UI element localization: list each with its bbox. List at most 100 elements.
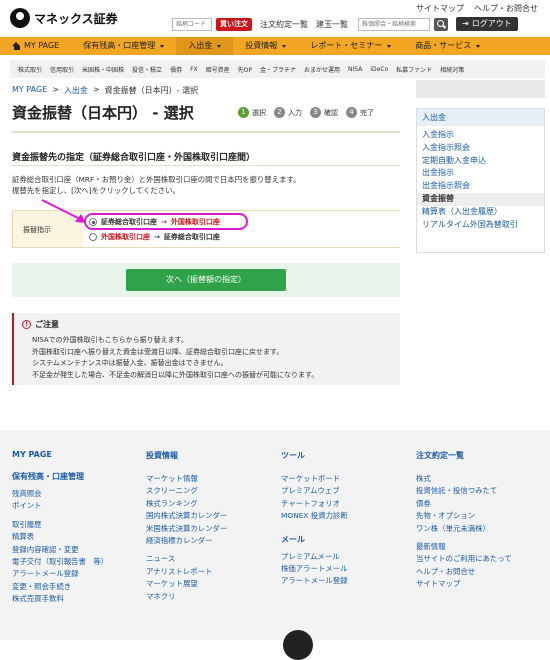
- footer-link[interactable]: 残高照会: [12, 488, 108, 500]
- subnav-item[interactable]: 私募ファンド: [396, 65, 432, 74]
- step-3: 3 確認: [310, 107, 338, 118]
- side-item-realtime-fx[interactable]: リアルタイム外国為替取引: [422, 219, 539, 232]
- nav-mypage[interactable]: MY PAGE: [0, 37, 71, 55]
- step-label: 完了: [360, 108, 374, 117]
- footer-link[interactable]: 取引履歴: [12, 519, 108, 531]
- sitemap-link[interactable]: サイトマップ: [416, 3, 464, 14]
- buy-order-button[interactable]: 買い注文: [216, 17, 252, 31]
- footer-link[interactable]: 精算表: [12, 531, 108, 543]
- footer-link[interactable]: 当サイトのご利用にあたって: [416, 553, 512, 565]
- footer-link[interactable]: 株式ランキング: [146, 498, 227, 510]
- footer-link[interactable]: 債券: [416, 498, 512, 510]
- stock-code-input[interactable]: [172, 17, 212, 31]
- footer-link[interactable]: MONEX 投資力診断: [281, 510, 348, 522]
- footer-link[interactable]: プレミアムウェブ: [281, 485, 348, 497]
- from-account: 外国株取引口座: [101, 233, 150, 241]
- subnav-item[interactable]: 投信・積立: [132, 65, 162, 74]
- footer-link[interactable]: スクリーニング: [146, 485, 227, 497]
- breadcrumb-deposit[interactable]: 入出金: [64, 85, 88, 96]
- footer-link[interactable]: 投資信託・投信つみたて: [416, 485, 512, 497]
- footer-link[interactable]: サイトマップ: [416, 578, 512, 590]
- monex-logo[interactable]: マネックス証券: [10, 6, 118, 30]
- footer-link[interactable]: マーケット展望: [146, 578, 227, 590]
- subnav-item[interactable]: おまかせ運用: [304, 65, 340, 74]
- order-list-link[interactable]: 注文約定一覧: [260, 19, 308, 30]
- footer-link[interactable]: アラートメール登録: [12, 568, 108, 580]
- footer-link[interactable]: マネクリ: [146, 591, 227, 603]
- nav-products[interactable]: 商品・サービス: [403, 37, 492, 55]
- footer-link[interactable]: マーケットボード: [281, 473, 348, 485]
- footer-link[interactable]: 株価アラートメール: [281, 563, 348, 575]
- footer-link[interactable]: 株式売買手数料: [12, 593, 108, 605]
- notice-box: ! ご注意 NISAでの外国株取引もこちらから振り替えます。 外国株取引口座へ振…: [12, 313, 400, 385]
- radio-unselected[interactable]: [89, 233, 97, 241]
- subnav-item[interactable]: 株式取引: [18, 65, 42, 74]
- side-item-transfer[interactable]: 資金振替: [417, 192, 544, 206]
- subnav-item[interactable]: 先OP: [238, 65, 252, 74]
- breadcrumb-current: 資金振替（日本円）- 選択: [104, 86, 199, 95]
- footer-link[interactable]: 電子交付（取引報告書 等）: [12, 556, 108, 568]
- stock-search-input[interactable]: [358, 17, 430, 31]
- scroll-to-top-button[interactable]: [283, 630, 313, 660]
- subnav-item[interactable]: NISA: [348, 66, 362, 73]
- footer-link[interactable]: 米国株式決算カレンダー: [146, 523, 227, 535]
- footer-head[interactable]: ツール: [281, 450, 348, 461]
- footer-link[interactable]: マーケット情報: [146, 473, 227, 485]
- subnav-item[interactable]: 米国株・中国株: [82, 65, 124, 74]
- footer-head[interactable]: 注文約定一覧: [416, 450, 512, 461]
- footer-link[interactable]: アナリストレポート: [146, 566, 227, 578]
- side-item-deposit-order[interactable]: 入金指示: [422, 129, 539, 142]
- footer-link[interactable]: 登録内容確認・変更: [12, 544, 108, 556]
- footer-link[interactable]: プレミアムメール: [281, 551, 348, 563]
- notice-lines: NISAでの外国株取引もこちらから振り替えます。 外国株取引口座へ振り替えた資金…: [32, 335, 318, 381]
- footer-link[interactable]: 株式: [416, 473, 512, 485]
- side-item-withdraw-order[interactable]: 出金指示: [422, 167, 539, 180]
- logout-label: ログアウト: [471, 19, 512, 28]
- side-item-deposit-inquiry[interactable]: 入金指示照会: [422, 142, 539, 155]
- side-item-statement[interactable]: 精算表（入出金履歴）: [422, 206, 539, 219]
- breadcrumb-mypage[interactable]: MY PAGE: [12, 85, 47, 96]
- footer-link[interactable]: 最新情報: [416, 541, 512, 553]
- step-2: 2 入力: [274, 107, 302, 118]
- footer-link[interactable]: 先物・オプション: [416, 510, 512, 522]
- transfer-option-to-general[interactable]: 外国株取引口座 → 証券総合取引口座: [89, 232, 220, 242]
- nav-holdings-label: 保有残高・口座管理: [83, 41, 156, 50]
- step-label: 確認: [324, 108, 338, 117]
- footer-col-tools: ツール マーケットボード プレミアムウェブ チャートフォリオ MONEX 投資力…: [281, 450, 348, 588]
- footer-head[interactable]: 投資情報: [146, 450, 227, 461]
- footer-link[interactable]: ポイント: [12, 500, 108, 512]
- step-number: 2: [274, 107, 285, 118]
- footer-link[interactable]: アラートメール登録: [281, 575, 348, 587]
- subnav-item[interactable]: 相続対策: [440, 65, 464, 74]
- footer-link[interactable]: チャートフォリオ: [281, 498, 348, 510]
- footer-link[interactable]: 変更・照会手続き: [12, 581, 108, 593]
- side-item-withdraw-inquiry[interactable]: 出金指示照会: [422, 180, 539, 193]
- footer-link[interactable]: ヘルプ・お問合せ: [416, 566, 512, 578]
- subnav-item[interactable]: 金・プラチナ: [260, 65, 296, 74]
- nav-report[interactable]: レポート・セミナー: [298, 37, 403, 55]
- subnav-item[interactable]: 信用取引: [50, 65, 74, 74]
- footer-head[interactable]: MY PAGE: [12, 450, 108, 459]
- nav-holdings[interactable]: 保有残高・口座管理: [71, 37, 176, 55]
- footer-head[interactable]: メール: [281, 534, 348, 545]
- subnav-item[interactable]: 債券: [170, 65, 182, 74]
- footer-link[interactable]: 国内株式決算カレンダー: [146, 510, 227, 522]
- help-link[interactable]: ヘルプ・お問合せ: [474, 3, 538, 14]
- site-header: マネックス証券 サイトマップ ヘルプ・お問合せ 買い注文 注文約定一覧 建玉一覧…: [0, 0, 550, 38]
- side-menu-head[interactable]: 入出金: [417, 109, 544, 126]
- notice-line: 不足金が発生した場合、不足金の解消日以降に外国株取引口座への振替が可能になります…: [32, 370, 319, 379]
- position-list-link[interactable]: 建玉一覧: [316, 19, 348, 30]
- nav-info[interactable]: 投資情報: [233, 37, 298, 55]
- footer-head[interactable]: 保有残高・口座管理: [12, 471, 108, 482]
- footer-link[interactable]: ニュース: [146, 553, 227, 565]
- footer-link[interactable]: 経済指標カレンダー: [146, 535, 227, 547]
- subnav-item[interactable]: 暗号資産: [206, 65, 230, 74]
- next-button[interactable]: 次へ（振替額の指定）: [126, 269, 286, 291]
- subnav-item[interactable]: FX: [190, 66, 198, 73]
- search-icon[interactable]: [434, 17, 448, 31]
- footer-link[interactable]: ワン株（単元未満株）: [416, 523, 512, 535]
- subnav-item[interactable]: iDeCo: [370, 66, 388, 73]
- side-item-auto-deposit[interactable]: 定期自動入金申込: [422, 155, 539, 168]
- nav-deposit[interactable]: 入出金: [176, 37, 234, 55]
- logout-button[interactable]: ⇥ ログアウト: [456, 17, 518, 31]
